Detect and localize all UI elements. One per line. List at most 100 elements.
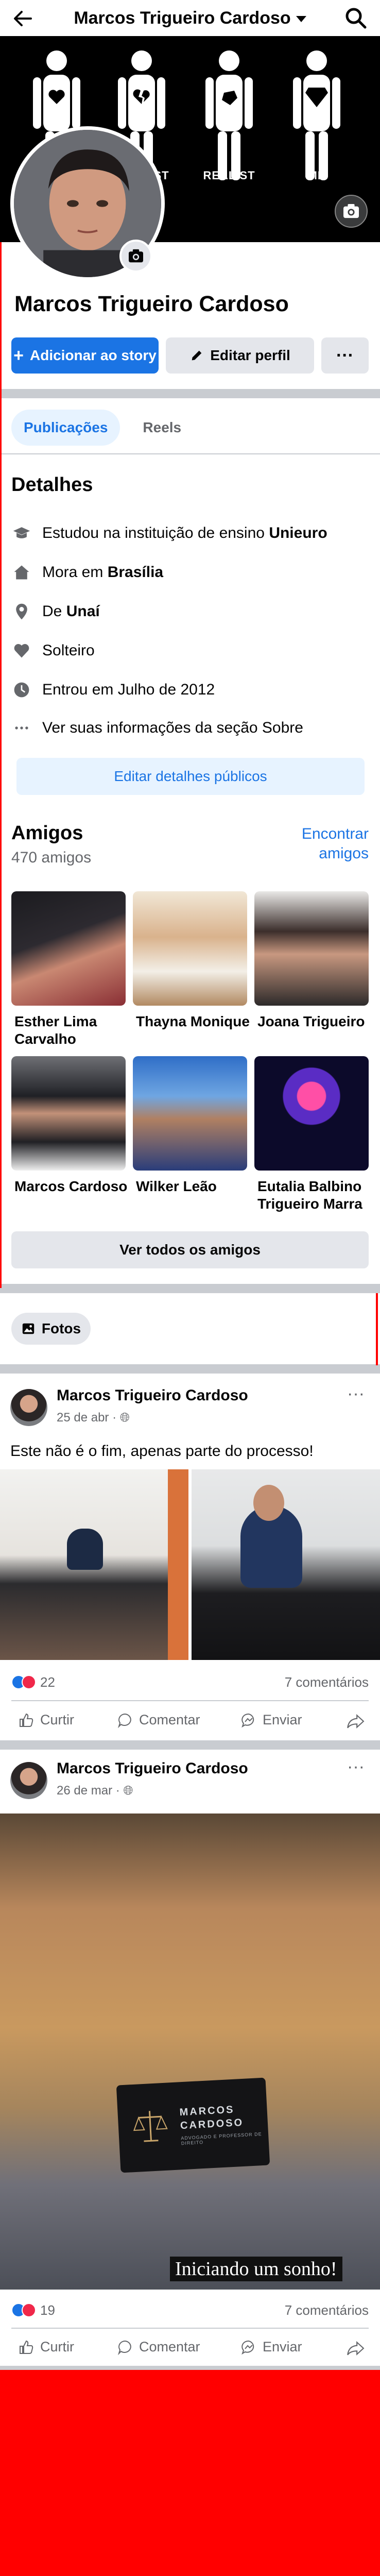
post-author-avatar[interactable] [10, 1389, 47, 1426]
photo-face [253, 1485, 284, 1521]
profile-tabs: Publicações Reels [11, 410, 194, 446]
friend-photo[interactable] [254, 891, 369, 1006]
edit-public-details-button[interactable]: Editar detalhes públicos [16, 758, 365, 795]
send-label: Enviar [263, 2339, 302, 2354]
post-photo[interactable] [192, 1469, 380, 1660]
post-text: Este não é o fim, apenas parte do proces… [10, 1443, 314, 1460]
reactions-summary[interactable]: 22 [11, 1673, 55, 1691]
about-link[interactable]: Ver suas informações da seção Sobre [11, 715, 303, 741]
tabs-divider [0, 453, 380, 454]
detail-relationship: Solteiro [11, 638, 95, 664]
send-label: Enviar [263, 1712, 302, 1727]
clock-icon [11, 680, 32, 700]
comment-button[interactable]: Comentar [117, 1712, 200, 1728]
edit-cover-button[interactable] [335, 195, 368, 228]
graduation-cap-icon [11, 523, 32, 544]
detail-joined: Entrou em Julho de 2012 [11, 677, 215, 703]
comment-label: Comentar [139, 1712, 200, 1727]
post-author[interactable]: Marcos Trigueiro Cardoso [57, 1387, 248, 1404]
detail-lives-in: Mora em Brasília [11, 560, 163, 585]
detail-education-text: Estudou na instituição de ensino [42, 524, 265, 541]
friend-name[interactable]: Joana Trigueiro [257, 1013, 372, 1030]
section-divider [0, 389, 380, 398]
cover-label: ME [307, 169, 326, 182]
comments-count[interactable]: 7 comentários [285, 2302, 369, 2318]
add-story-button[interactable]: + Adicionar ao story [11, 337, 159, 374]
plus-icon: + [13, 346, 24, 365]
photos-chip[interactable]: Fotos [11, 1313, 91, 1345]
detail-lives-in-place: Brasília [107, 564, 164, 581]
find-friends-link[interactable]: Encontrar amigos [286, 824, 369, 863]
detail-from: De Unaí [11, 599, 100, 624]
post-photo[interactable]: MARCOS CARDOSO ADVOGADO E PROFESSOR DE D… [0, 1814, 380, 2290]
reactions-summary[interactable]: 19 [11, 2301, 55, 2319]
detail-joined-text: Entrou em Julho de 2012 [42, 681, 215, 698]
friends-count: 470 amigos [11, 849, 92, 866]
send-button[interactable]: Enviar [241, 2339, 302, 2355]
photo-icon [22, 1323, 34, 1334]
home-icon [11, 562, 32, 583]
details-title: Detalhes [11, 474, 93, 496]
more-options-button[interactable]: ··· [321, 337, 369, 374]
share-icon[interactable] [346, 1713, 365, 1730]
see-all-friends-button[interactable]: Ver todos os amigos [11, 1231, 369, 1268]
comments-count[interactable]: 7 comentários [285, 1674, 369, 1690]
detail-from-place: Unaí [66, 603, 100, 620]
profile-switcher[interactable]: Marcos Trigueiro Cardoso [0, 8, 380, 28]
profile-name: Marcos Trigueiro Cardoso [14, 292, 289, 316]
tab-publicacoes[interactable]: Publicações [11, 410, 120, 446]
thumbs-up-icon [20, 1713, 33, 1727]
post-author[interactable]: Marcos Trigueiro Cardoso [57, 1760, 248, 1777]
section-divider [0, 1364, 380, 1374]
post-date-text: 25 de abr · [57, 1411, 120, 1425]
detail-education-place: Unieuro [269, 524, 327, 541]
friend-photo[interactable] [11, 1056, 126, 1171]
love-reaction-icon [22, 2303, 36, 2317]
like-label: Curtir [40, 1712, 74, 1727]
friend-name[interactable]: Esther Lima Carvalho [14, 1013, 129, 1048]
friend-photo[interactable] [11, 891, 126, 1006]
edit-avatar-button[interactable] [119, 240, 152, 273]
profile-page: Marcos Trigueiro Cardoso IST REALIST ME [0, 0, 380, 2370]
friend-name[interactable]: Thayna Monique [136, 1013, 250, 1030]
heart-icon [11, 640, 32, 661]
card-subtitle: ADVOGADO E PROFESSOR DE DIREITO [181, 2131, 262, 2146]
friend-photo[interactable] [133, 891, 247, 1006]
business-card: MARCOS CARDOSO ADVOGADO E PROFESSOR DE D… [116, 2077, 270, 2173]
tab-reels[interactable]: Reels [130, 410, 194, 446]
edit-profile-button[interactable]: Editar perfil [166, 337, 314, 374]
comment-button[interactable]: Comentar [117, 2339, 200, 2355]
friend-photo[interactable] [254, 1056, 369, 1171]
post-date: 26 de mar · 🌐︎ [57, 1784, 133, 1798]
search-icon[interactable] [344, 6, 368, 30]
cover-label: REALIST [203, 169, 255, 182]
detail-relationship-text: Solteiro [42, 642, 95, 659]
love-reaction-icon [22, 1675, 36, 1689]
detail-from-text: De [42, 603, 62, 620]
photos-chip-label: Fotos [41, 1320, 81, 1336]
friend-photo[interactable] [133, 1056, 247, 1171]
friend-name[interactable]: Marcos Cardoso [14, 1178, 129, 1195]
like-button[interactable]: Curtir [19, 1712, 74, 1728]
share-icon[interactable] [346, 2340, 365, 2357]
like-button[interactable]: Curtir [19, 2339, 74, 2355]
section-divider [0, 1284, 380, 1293]
globe-icon: 🌐︎ [123, 1784, 133, 1798]
card-name: MARCOS [179, 2104, 235, 2119]
globe-icon: 🌐︎ [119, 1411, 130, 1425]
more-icon: ··· [336, 345, 354, 365]
friend-name[interactable]: Eutalia Balbino Trigueiro Marra [257, 1178, 372, 1213]
detail-lives-in-text: Mora em [42, 564, 103, 581]
post-actions: Curtir Comentar Enviar [0, 2330, 380, 2367]
reactions-count: 22 [40, 1674, 55, 1690]
post-photo[interactable] [0, 1469, 188, 1660]
section-divider [0, 1740, 380, 1750]
comment-icon [118, 2340, 131, 2355]
post-author-avatar[interactable] [10, 1762, 47, 1799]
post-options-icon[interactable]: ··· [347, 1757, 365, 1777]
post-options-icon[interactable]: ··· [347, 1384, 365, 1404]
about-link-text: Ver suas informações da seção Sobre [42, 719, 303, 736]
friend-name[interactable]: Wilker Leão [136, 1178, 250, 1195]
camera-icon [129, 249, 143, 263]
send-button[interactable]: Enviar [241, 1712, 302, 1728]
